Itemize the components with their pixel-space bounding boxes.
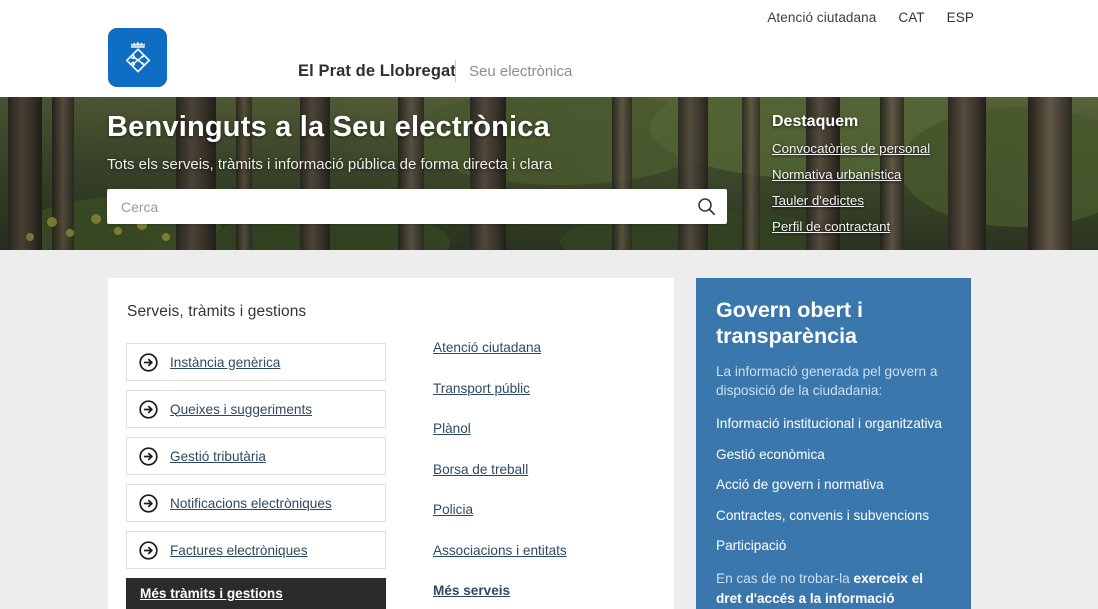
service-item-factures-electroniques[interactable]: Factures electròniques: [126, 531, 386, 569]
open-government-title: Govern obert i transparència: [716, 298, 863, 349]
more-procedures-bar[interactable]: Més tràmits i gestions: [126, 578, 386, 609]
page-root: Atenció ciutadana CAT ESP El Prat de Llo…: [0, 0, 1098, 609]
service-link-label[interactable]: Queixes i suggeriments: [170, 402, 312, 417]
gov-link-accio-govern-normativa[interactable]: Acció de govern i normativa: [716, 477, 951, 492]
main-content: Serveis, tràmits i gestions Instància ge…: [0, 250, 1098, 609]
service-item-instancia-generica[interactable]: Instància genèrica: [126, 343, 386, 381]
open-government-footer: En cas de no trobar-la exerceix el dret …: [716, 569, 951, 608]
featured-link-perfil-contractant[interactable]: Perfil de contractant: [772, 219, 1022, 234]
brand-subtitle: Seu electrònica: [469, 63, 573, 80]
service-item-queixes-suggeriments[interactable]: Queixes i suggeriments: [126, 390, 386, 428]
service-link-label[interactable]: Notificacions electròniques: [170, 496, 332, 511]
service-link-label[interactable]: Factures electròniques: [170, 543, 308, 558]
arrow-circle-icon: [139, 352, 158, 372]
gov-link-gestio-economica[interactable]: Gestió econòmica: [716, 447, 951, 462]
featured-link-normativa-urbanistica[interactable]: Normativa urbanística: [772, 167, 1022, 182]
arrow-circle-icon: [139, 493, 158, 513]
brand-row: El Prat de Llobregat Seu electrònica: [0, 0, 1098, 97]
gov-link-contractes-convenis[interactable]: Contractes, convenis i subvencions: [716, 508, 951, 523]
open-government-panel: Govern obert i transparència La informac…: [696, 278, 971, 609]
quick-link-associacions-entitats[interactable]: Associacions i entitats: [433, 543, 643, 558]
search-button[interactable]: [685, 189, 727, 224]
service-item-notificacions-electroniques[interactable]: Notificacions electròniques: [126, 484, 386, 522]
featured-block: Destaquem Convocatòries de personal Norm…: [772, 113, 1022, 245]
featured-link-tauler-edictes[interactable]: Tauler d'edictes: [772, 193, 1022, 208]
quick-links-list: Atenció ciutadana Transport públic Plàno…: [433, 340, 643, 609]
site-header: Atenció ciutadana CAT ESP El Prat de Llo…: [0, 0, 1098, 97]
services-title: Serveis, tràmits i gestions: [127, 303, 307, 320]
hero-title: Benvinguts a la Seu electrònica: [107, 111, 550, 143]
arrow-circle-icon: [139, 446, 158, 466]
quick-link-transport-public[interactable]: Transport públic: [433, 381, 643, 396]
arrow-circle-icon: [139, 540, 158, 560]
services-card: Serveis, tràmits i gestions Instància ge…: [108, 278, 674, 609]
brand-divider: [455, 60, 456, 82]
hero-content: Benvinguts a la Seu electrònica Tots els…: [0, 97, 1098, 250]
crown-icon: [130, 41, 145, 48]
service-link-label[interactable]: Gestió tributària: [170, 449, 266, 464]
quick-link-planol[interactable]: Plànol: [433, 421, 643, 436]
hero-banner: Benvinguts a la Seu electrònica Tots els…: [0, 97, 1098, 250]
quick-link-policia[interactable]: Policia: [433, 502, 643, 517]
open-government-lead: La informació generada pel govern a disp…: [716, 363, 938, 399]
quick-link-atencio-ciutadana[interactable]: Atenció ciutadana: [433, 340, 643, 355]
search-bar[interactable]: [107, 189, 727, 224]
service-link-label[interactable]: Instància genèrica: [170, 355, 280, 370]
search-input[interactable]: [107, 189, 685, 224]
hero-subtitle: Tots els serveis, tràmits i informació p…: [107, 156, 553, 173]
gov-link-informacio-institucional[interactable]: Informació institucional i organitzativa: [716, 416, 951, 431]
city-crest-logo[interactable]: [108, 28, 167, 87]
brand-title: El Prat de Llobregat: [298, 62, 456, 80]
featured-link-convocatories[interactable]: Convocatòries de personal: [772, 141, 1022, 156]
arrow-circle-icon: [139, 399, 158, 419]
more-procedures-link[interactable]: Més tràmits i gestions: [140, 586, 283, 601]
quick-link-mes-serveis[interactable]: Més serveis: [433, 583, 643, 598]
open-government-footer-prefix: En cas de no trobar-la: [716, 570, 854, 586]
search-icon: [697, 198, 715, 216]
gov-link-participacio[interactable]: Participació: [716, 538, 951, 553]
quick-link-borsa-treball[interactable]: Borsa de treball: [433, 462, 643, 477]
service-item-gestio-tributaria[interactable]: Gestió tributària: [126, 437, 386, 475]
services-list: Instància genèrica Queixes i suggeriment…: [126, 343, 386, 578]
featured-title: Destaquem: [772, 113, 859, 130]
